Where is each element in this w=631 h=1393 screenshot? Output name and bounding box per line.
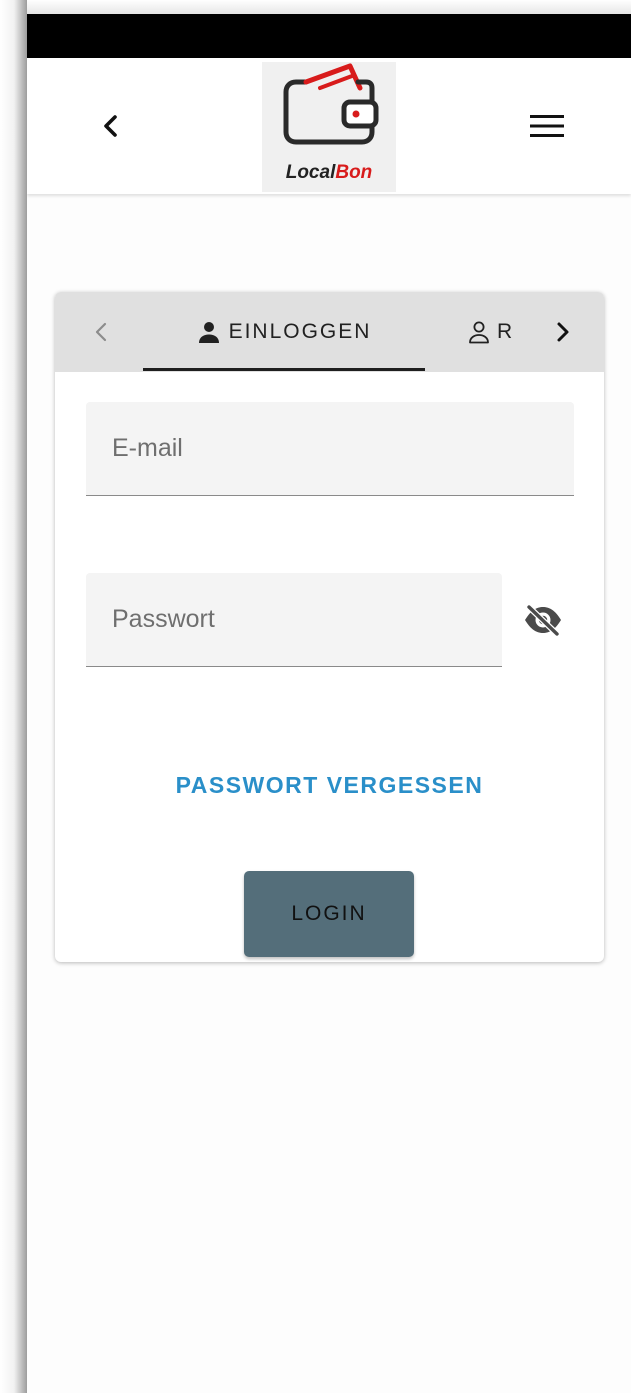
hamburger-menu-icon bbox=[530, 115, 564, 137]
eye-off-icon bbox=[525, 604, 561, 636]
email-field bbox=[86, 402, 574, 496]
email-input[interactable] bbox=[86, 402, 574, 495]
window-top-edge bbox=[0, 0, 631, 14]
password-field bbox=[86, 573, 502, 667]
person-filled-icon bbox=[198, 322, 219, 343]
tab-scroll-prev-button[interactable] bbox=[81, 312, 121, 352]
app-logo: LocalBon bbox=[262, 62, 396, 192]
password-input[interactable] bbox=[86, 573, 502, 666]
chevron-left-icon bbox=[104, 115, 117, 137]
tab-register[interactable]: R bbox=[467, 292, 514, 372]
tab-bar: EINLOGGEN R bbox=[55, 292, 604, 372]
forgot-password-link[interactable]: PASSWORT VERGESSEN bbox=[55, 772, 604, 799]
menu-button[interactable] bbox=[519, 102, 575, 150]
back-button[interactable] bbox=[91, 102, 131, 150]
tab-einloggen-label: EINLOGGEN bbox=[228, 320, 372, 343]
logo-text-local: Local bbox=[285, 162, 336, 183]
logo-text-bon: Bon bbox=[335, 162, 373, 183]
login-card: EINLOGGEN R E-mail PASSWORT VERGESSEN LO… bbox=[55, 292, 604, 962]
login-button[interactable]: LOGIN bbox=[244, 871, 414, 957]
window-left-edge bbox=[0, 0, 27, 1393]
app-header: LocalBon bbox=[27, 58, 631, 194]
tab-einloggen[interactable]: EINLOGGEN bbox=[143, 292, 425, 372]
active-tab-indicator bbox=[143, 368, 425, 371]
wallet-logo-icon bbox=[283, 63, 379, 145]
chevron-left-icon bbox=[95, 322, 107, 342]
chevron-right-icon bbox=[557, 322, 569, 342]
tab-scroll-next-button[interactable] bbox=[543, 312, 583, 352]
tab-register-label: R bbox=[497, 320, 515, 343]
password-visibility-toggle[interactable] bbox=[521, 598, 565, 642]
status-bar bbox=[27, 14, 631, 58]
logo-wordmark: LocalBon bbox=[262, 162, 396, 184]
phone-screen: LocalBon EINLOGGEN R E-mail PASSWORT VER… bbox=[27, 14, 631, 1393]
person-outline-icon bbox=[469, 321, 489, 344]
